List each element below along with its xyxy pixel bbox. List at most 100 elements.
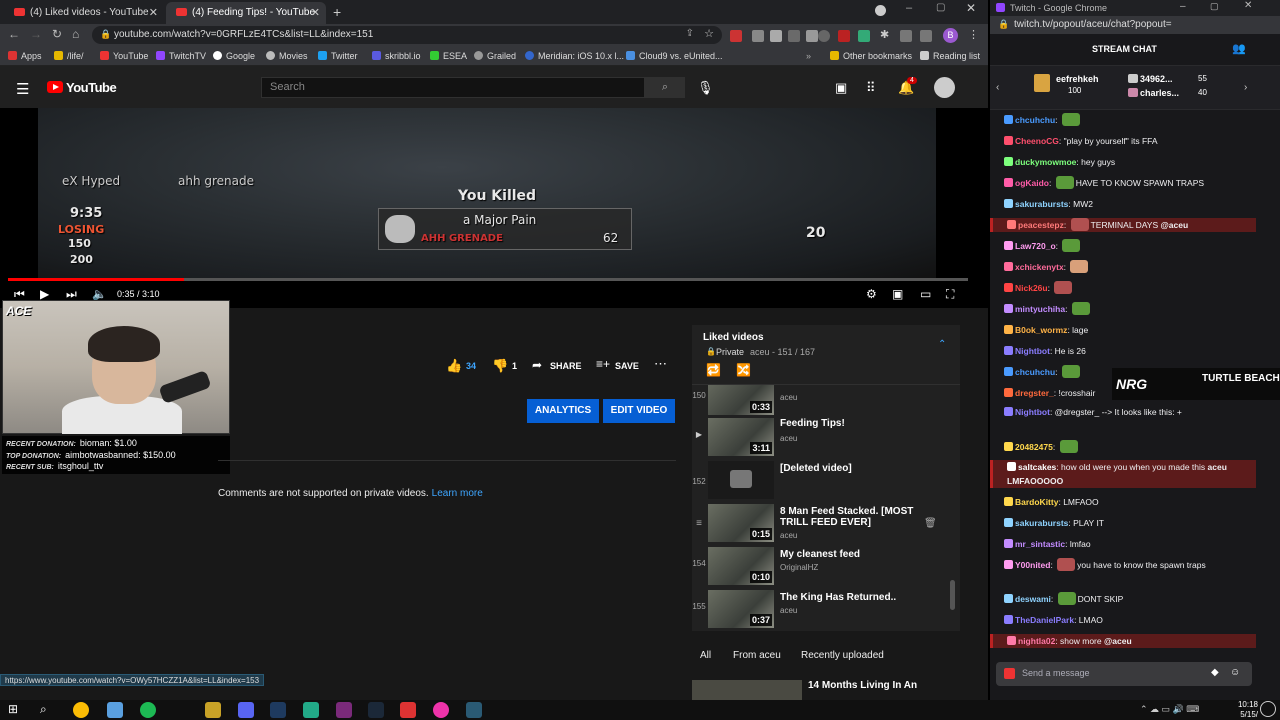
extensions-puzzle-icon[interactable]: ✱ [880, 28, 892, 41]
chat-username[interactable]: Nick26u [1015, 283, 1048, 293]
osu-taskbar-icon[interactable] [433, 702, 449, 718]
extension-icon[interactable] [806, 30, 818, 42]
app-taskbar-icon[interactable] [400, 702, 416, 718]
subscriber-badge-icon[interactable] [1004, 325, 1013, 334]
mail-taskbar-icon[interactable] [107, 702, 123, 718]
extension-icon[interactable] [920, 30, 932, 42]
analytics-button[interactable]: ANALYTICS [527, 399, 599, 423]
subscriber-badge-icon[interactable] [1007, 636, 1016, 645]
chat-username[interactable]: ogKaido [1015, 178, 1049, 188]
bookmark-movies[interactable]: Movies [266, 51, 308, 61]
share-icon[interactable]: ➦ [532, 358, 542, 372]
bookmark-grailed[interactable]: Grailed [474, 51, 516, 61]
forward-icon[interactable]: → [30, 27, 42, 41]
subscriber-badge-icon[interactable] [1004, 615, 1013, 624]
chat-username[interactable]: Nightbot [1015, 346, 1050, 356]
reload-icon[interactable]: ↻ [52, 27, 62, 41]
chat-username[interactable]: mr_sintastic [1015, 539, 1065, 549]
twitch-address-bar[interactable]: 🔒 twitch.tv/popout/aceu/chat?popout= [990, 16, 1280, 34]
loop-icon[interactable]: 🔁 [706, 363, 721, 377]
next-video-title[interactable]: 14 Months Living In An [808, 680, 917, 691]
subscriber-badge-icon[interactable] [1004, 407, 1013, 416]
chat-username[interactable]: peacestepz [1018, 220, 1064, 230]
playlist-scrollbar[interactable] [950, 580, 955, 610]
community-icon[interactable]: 👥 [1232, 42, 1246, 55]
install-icon[interactable]: ⇪ [686, 28, 694, 39]
chat-username[interactable]: deswami [1015, 594, 1051, 604]
maximize-icon[interactable]: ▢ [936, 2, 945, 13]
youtube-logo-text[interactable]: YouTube [66, 80, 117, 95]
chat-username[interactable]: TheDanielPark [1015, 615, 1074, 625]
next-video-thumbnail[interactable] [692, 680, 802, 700]
bookmark-twitchtv[interactable]: TwitchTV [156, 51, 206, 61]
subscriber-badge-icon[interactable] [1004, 560, 1013, 569]
reading-list[interactable]: Reading list [920, 51, 980, 61]
photoshop-taskbar-icon[interactable] [270, 702, 286, 718]
apps-grid-icon[interactable]: ⠿ [866, 80, 876, 96]
chip-all[interactable]: All [700, 650, 711, 661]
subscriber-badge-icon[interactable] [1007, 462, 1016, 471]
playlist-title[interactable]: Liked videos [703, 332, 764, 343]
delete-trash-icon[interactable]: 🗑 [924, 518, 937, 529]
bits-icon[interactable]: ◆ [1211, 667, 1219, 678]
create-video-icon[interactable]: ▣ [835, 80, 847, 96]
chip-from-aceu[interactable]: From aceu [733, 650, 781, 661]
chat-username[interactable]: BardoKitty [1015, 497, 1058, 507]
chat-username[interactable]: sakurabursts [1015, 518, 1068, 528]
subscriber-badge-icon[interactable] [1004, 199, 1013, 208]
search-button[interactable]: ⌕ [645, 77, 685, 98]
tab-liked-videos[interactable]: (4) Liked videos - YouTube ✕ [4, 2, 164, 24]
bookmark-cloud9[interactable]: Cloud9 vs. eUnited... [626, 51, 723, 61]
maximize-icon[interactable]: ▢ [1210, 1, 1219, 12]
extension-icon[interactable] [730, 30, 742, 42]
fullscreen-icon[interactable]: ⛶ [946, 287, 954, 302]
taskbar-clock[interactable]: 10:18 5/15/ [1232, 700, 1258, 720]
chat-username[interactable]: mintyuchiha [1015, 304, 1065, 314]
playlist-item[interactable]: 154 0:10 My cleanest feed OriginalHZ [692, 547, 960, 589]
play-icon[interactable]: ▶ [40, 287, 49, 301]
search-icon[interactable]: ⌕ [40, 702, 47, 717]
bookmark-google[interactable]: Google [213, 51, 255, 61]
save-button[interactable]: SAVE [615, 361, 639, 371]
chat-username[interactable]: sakurabursts [1015, 199, 1068, 209]
notification-center-icon[interactable] [1260, 701, 1276, 717]
subscriber-badge-icon[interactable] [1004, 388, 1013, 397]
close-window-icon[interactable]: ✕ [1244, 0, 1252, 11]
media-control-icon[interactable] [875, 5, 886, 16]
subscriber-badge-icon[interactable] [1007, 220, 1016, 229]
app-taskbar-icon[interactable] [303, 702, 319, 718]
bookmark-youtube[interactable]: YouTube [100, 51, 148, 61]
app-taskbar-icon[interactable] [336, 702, 352, 718]
subscriber-badge-icon[interactable] [1004, 283, 1013, 292]
subscriber-badge-icon[interactable] [1004, 518, 1013, 527]
extension-icon[interactable] [752, 30, 764, 42]
account-avatar[interactable] [934, 77, 955, 98]
bookmark-meridian[interactable]: Meridian: iOS 10.x l... [525, 51, 624, 61]
chat-username[interactable]: duckymowmoe [1015, 157, 1076, 167]
subscriber-badge-icon[interactable] [1004, 367, 1013, 376]
edit-video-button[interactable]: EDIT VIDEO [603, 399, 675, 423]
extension-icon[interactable] [858, 30, 870, 42]
subscriber-badge-icon[interactable] [1004, 178, 1013, 187]
chat-username[interactable]: Y00nited [1015, 560, 1050, 570]
bookmark-life[interactable]: /life/ [54, 51, 84, 61]
profile-avatar[interactable]: B [943, 28, 958, 43]
chat-username[interactable]: B0ok_wormz [1015, 325, 1067, 335]
more-actions-icon[interactable]: ⋯ [654, 356, 667, 372]
subscriber-badge-icon[interactable] [1004, 157, 1013, 166]
chat-username[interactable]: 20482475 [1015, 442, 1053, 452]
playlist-item-current[interactable]: ▶ 3:11 Feeding Tips! aceu [692, 418, 960, 460]
chat-username[interactable]: nightla02 [1018, 636, 1055, 646]
subscriber-badge-icon[interactable] [1004, 594, 1013, 603]
subscriber-badge-icon[interactable] [1004, 136, 1013, 145]
microphone-icon[interactable]: 🎙 [697, 80, 714, 96]
save-playlist-icon[interactable]: ≡+ [596, 357, 610, 371]
collapse-chevron-icon[interactable]: ⌃ [938, 339, 946, 350]
settings-gear-icon[interactable]: ⚙ [866, 287, 877, 301]
youtube-logo-icon[interactable] [47, 81, 63, 93]
subscriber-badge-icon[interactable] [1004, 115, 1013, 124]
new-tab-icon[interactable]: + [333, 4, 341, 20]
minimize-icon[interactable]: – [1180, 1, 1186, 12]
theater-mode-icon[interactable]: ▭ [920, 287, 931, 301]
extension-icon[interactable] [788, 30, 800, 42]
